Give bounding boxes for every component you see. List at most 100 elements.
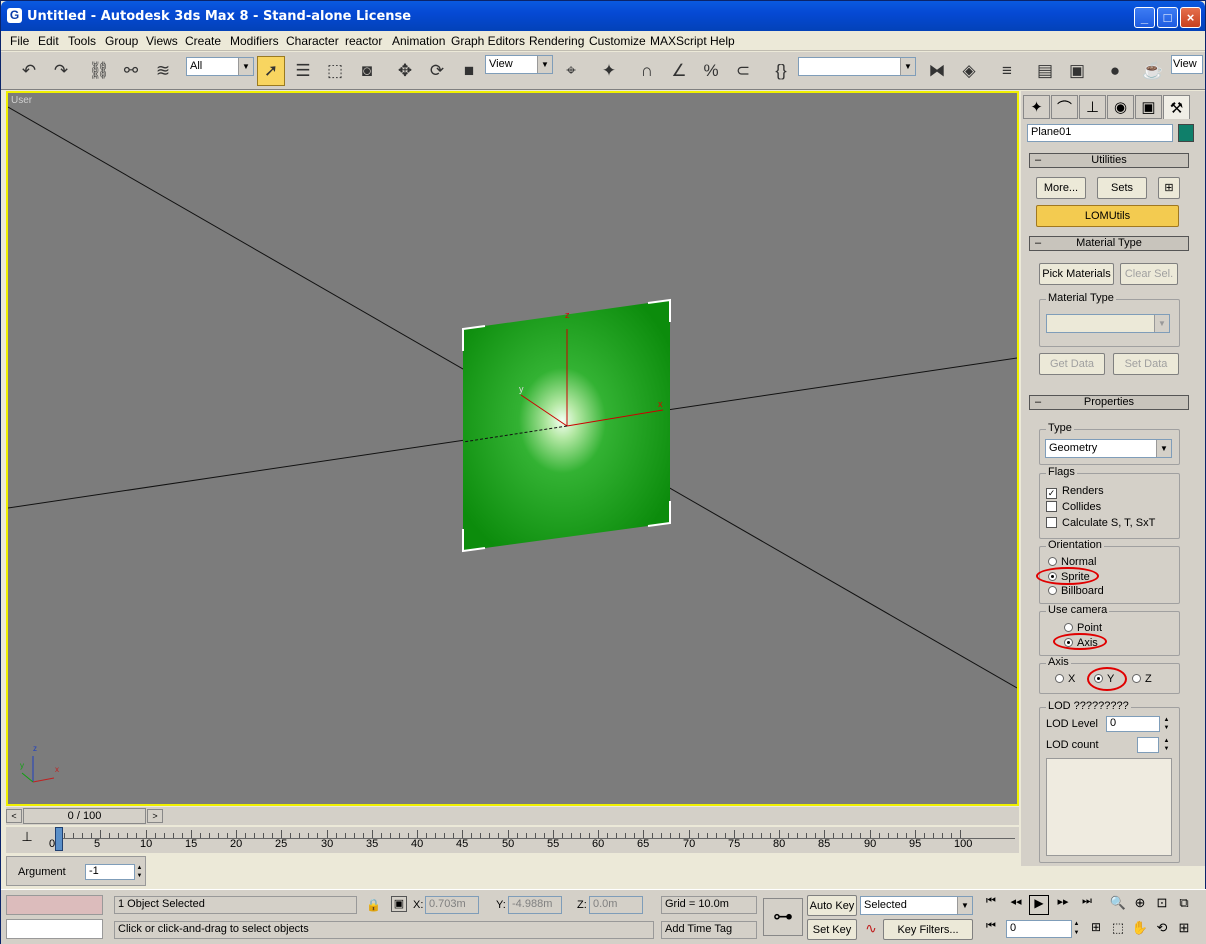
z-coord-field[interactable]: 0.0m bbox=[589, 896, 643, 914]
material-editor-icon[interactable]: ● bbox=[1101, 56, 1129, 86]
viewport-label[interactable]: User bbox=[11, 95, 32, 106]
play-icon[interactable]: ▶ bbox=[1029, 895, 1049, 915]
close-icon[interactable]: × bbox=[1180, 7, 1201, 28]
absolute-mode-icon[interactable]: ▣ bbox=[391, 896, 407, 912]
menu-tools[interactable]: Tools bbox=[68, 34, 96, 48]
y-coord-field[interactable]: -4.988m bbox=[508, 896, 562, 914]
select-and-rotate-icon[interactable]: ⟳ bbox=[423, 56, 451, 86]
select-and-scale-icon[interactable]: ■ bbox=[455, 56, 483, 86]
argument-input[interactable]: -1 bbox=[85, 864, 135, 880]
get-data-button[interactable]: Get Data bbox=[1039, 353, 1105, 375]
menu-graph-editors[interactable]: Graph Editors bbox=[451, 34, 525, 48]
render-type-dropdown[interactable]: View bbox=[1171, 55, 1203, 74]
menu-help[interactable]: Help bbox=[710, 34, 735, 48]
axis-z-radio[interactable]: Z bbox=[1132, 673, 1152, 685]
key-mode-toggle-icon[interactable]: ⏮ bbox=[981, 920, 1001, 940]
menu-reactor[interactable]: reactor bbox=[345, 34, 382, 48]
set-keys-icon[interactable]: ⊶ bbox=[763, 898, 803, 936]
minimize-icon[interactable]: _ bbox=[1134, 7, 1155, 28]
object-color-swatch[interactable] bbox=[1178, 124, 1194, 142]
lod-level-input[interactable]: 0 bbox=[1106, 716, 1160, 732]
add-time-tag-button[interactable]: Add Time Tag bbox=[661, 921, 757, 939]
zoom-extents-icon[interactable]: ⊡ bbox=[1153, 895, 1171, 913]
display-tab-icon[interactable]: ▣ bbox=[1135, 95, 1162, 119]
undo-icon[interactable]: ↶ bbox=[15, 56, 43, 86]
select-object-icon[interactable]: ➚ bbox=[257, 56, 285, 86]
select-and-move-icon[interactable]: ✥ bbox=[391, 56, 419, 86]
sets-button[interactable]: Sets bbox=[1097, 177, 1147, 199]
current-frame-marker[interactable] bbox=[55, 827, 63, 851]
zoom-all-icon[interactable]: ⊕ bbox=[1131, 895, 1149, 913]
hierarchy-tab-icon[interactable]: ⊥ bbox=[1079, 95, 1106, 119]
pan-view-icon[interactable]: ✋ bbox=[1131, 920, 1149, 938]
utilities-tab-icon[interactable]: ⚒ bbox=[1163, 95, 1190, 119]
object-name-field[interactable]: Plane01 bbox=[1027, 124, 1173, 142]
go-to-start-icon[interactable]: ⏮ bbox=[981, 895, 1001, 915]
previous-frame-icon[interactable]: ◂◂ bbox=[1006, 895, 1026, 915]
curve-editor-icon[interactable]: ▤ bbox=[1031, 56, 1059, 86]
zoom-extents-all-icon[interactable]: ⧉ bbox=[1175, 895, 1193, 913]
title-bar[interactable]: G Untitled - Autodesk 3ds Max 8 - Stand-… bbox=[1, 1, 1205, 31]
select-by-name-icon[interactable]: ☰ bbox=[289, 56, 317, 86]
create-tab-icon[interactable]: ✦ bbox=[1023, 95, 1050, 119]
zoom-icon[interactable]: 🔍 bbox=[1109, 895, 1127, 913]
modify-tab-icon[interactable]: ⌒ bbox=[1051, 95, 1078, 119]
utilities-rollout-header[interactable]: – Utilities bbox=[1029, 153, 1189, 168]
selection-filter-dropdown[interactable]: All ▼ bbox=[186, 57, 254, 76]
lod-list-box[interactable] bbox=[1046, 758, 1172, 856]
material-type-rollout-header[interactable]: – Material Type bbox=[1029, 236, 1189, 251]
slider-right-arrow-icon[interactable]: > bbox=[147, 809, 163, 823]
x-coord-field[interactable]: 0.703m bbox=[425, 896, 479, 914]
maximize-viewport-icon[interactable]: ⊞ bbox=[1175, 920, 1193, 938]
maxscript-listener-white-pane[interactable] bbox=[6, 919, 103, 939]
menu-animation[interactable]: Animation bbox=[392, 34, 445, 48]
current-frame-input[interactable]: 0 bbox=[1006, 920, 1072, 938]
argument-spinner-icon[interactable]: ▲ ▼ bbox=[135, 864, 144, 880]
axis-x-radio[interactable]: X bbox=[1055, 673, 1075, 685]
menu-edit[interactable]: Edit bbox=[38, 34, 59, 48]
window-crossing-icon[interactable]: ◙ bbox=[353, 56, 381, 86]
select-and-manipulate-icon[interactable]: ✦ bbox=[595, 56, 623, 86]
curve-editor-mini-icon[interactable]: ⊥ bbox=[16, 829, 38, 849]
pivot-point-center-icon[interactable]: ⌖ bbox=[557, 56, 585, 86]
maximize-icon[interactable]: □ bbox=[1157, 7, 1178, 28]
menu-maxscript[interactable]: MAXScript bbox=[650, 34, 707, 48]
snaps-toggle-icon[interactable]: ∩ bbox=[633, 56, 661, 86]
type-dropdown[interactable]: Geometry ▼ bbox=[1045, 439, 1172, 458]
menu-customize[interactable]: Customize bbox=[589, 34, 646, 48]
menu-group[interactable]: Group bbox=[105, 34, 138, 48]
lock-selection-icon[interactable]: 🔒 bbox=[366, 898, 381, 912]
3ds-max-icon[interactable]: G bbox=[7, 8, 22, 23]
set-data-button[interactable]: Set Data bbox=[1113, 353, 1179, 375]
lod-count-spinner-icon[interactable]: ▲ ▼ bbox=[1162, 737, 1171, 753]
reference-coordinate-dropdown[interactable]: View ▼ bbox=[485, 55, 553, 74]
rectangular-region-icon[interactable]: ⬚ bbox=[321, 56, 349, 86]
key-mode-dropdown[interactable]: Selected ▼ bbox=[860, 896, 973, 915]
configure-button-sets-icon[interactable]: ⊞ bbox=[1158, 177, 1180, 199]
track-bar[interactable]: ⊥ 0 5 10 15 20 25 30 35 40 45 50 55 60 65 70 75 80 85 90 95… bbox=[6, 827, 1019, 853]
motion-tab-icon[interactable]: ◉ bbox=[1107, 95, 1134, 119]
collides-checkbox[interactable]: Collides bbox=[1046, 501, 1101, 513]
menu-rendering[interactable]: Rendering bbox=[529, 34, 584, 48]
field-of-view-icon[interactable]: ⬚ bbox=[1109, 920, 1127, 938]
arc-rotate-icon[interactable]: ⟲ bbox=[1153, 920, 1171, 938]
maxscript-listener-pink-pane[interactable] bbox=[6, 895, 103, 915]
time-slider[interactable]: < 0 / 100 > bbox=[6, 807, 1019, 825]
spinner-snap-icon[interactable]: ⊂ bbox=[729, 56, 757, 86]
edit-named-selection-icon[interactable]: {} bbox=[767, 56, 795, 86]
time-slider-thumb[interactable]: 0 / 100 bbox=[23, 808, 146, 824]
render-scene-icon[interactable]: ☕ bbox=[1139, 56, 1167, 86]
properties-rollout-header[interactable]: – Properties bbox=[1029, 395, 1189, 410]
auto-key-button[interactable]: Auto Key bbox=[807, 895, 857, 916]
set-key-button[interactable]: Set Key bbox=[807, 919, 857, 940]
select-and-link-icon[interactable]: ⛓ bbox=[85, 56, 113, 86]
lomutils-button[interactable]: LOMUtils bbox=[1036, 205, 1179, 227]
pick-materials-button[interactable]: Pick Materials bbox=[1039, 263, 1114, 285]
redo-icon[interactable]: ↷ bbox=[47, 56, 75, 86]
lod-level-spinner-icon[interactable]: ▲ ▼ bbox=[1162, 716, 1171, 732]
orientation-billboard-radio[interactable]: Billboard bbox=[1048, 585, 1104, 597]
user-viewport[interactable]: User z y x z x y bbox=[6, 91, 1019, 806]
menu-views[interactable]: Views bbox=[146, 34, 178, 48]
material-type-dropdown[interactable]: ▼ bbox=[1046, 314, 1170, 333]
unlink-selection-icon[interactable]: ⚯ bbox=[117, 56, 145, 86]
